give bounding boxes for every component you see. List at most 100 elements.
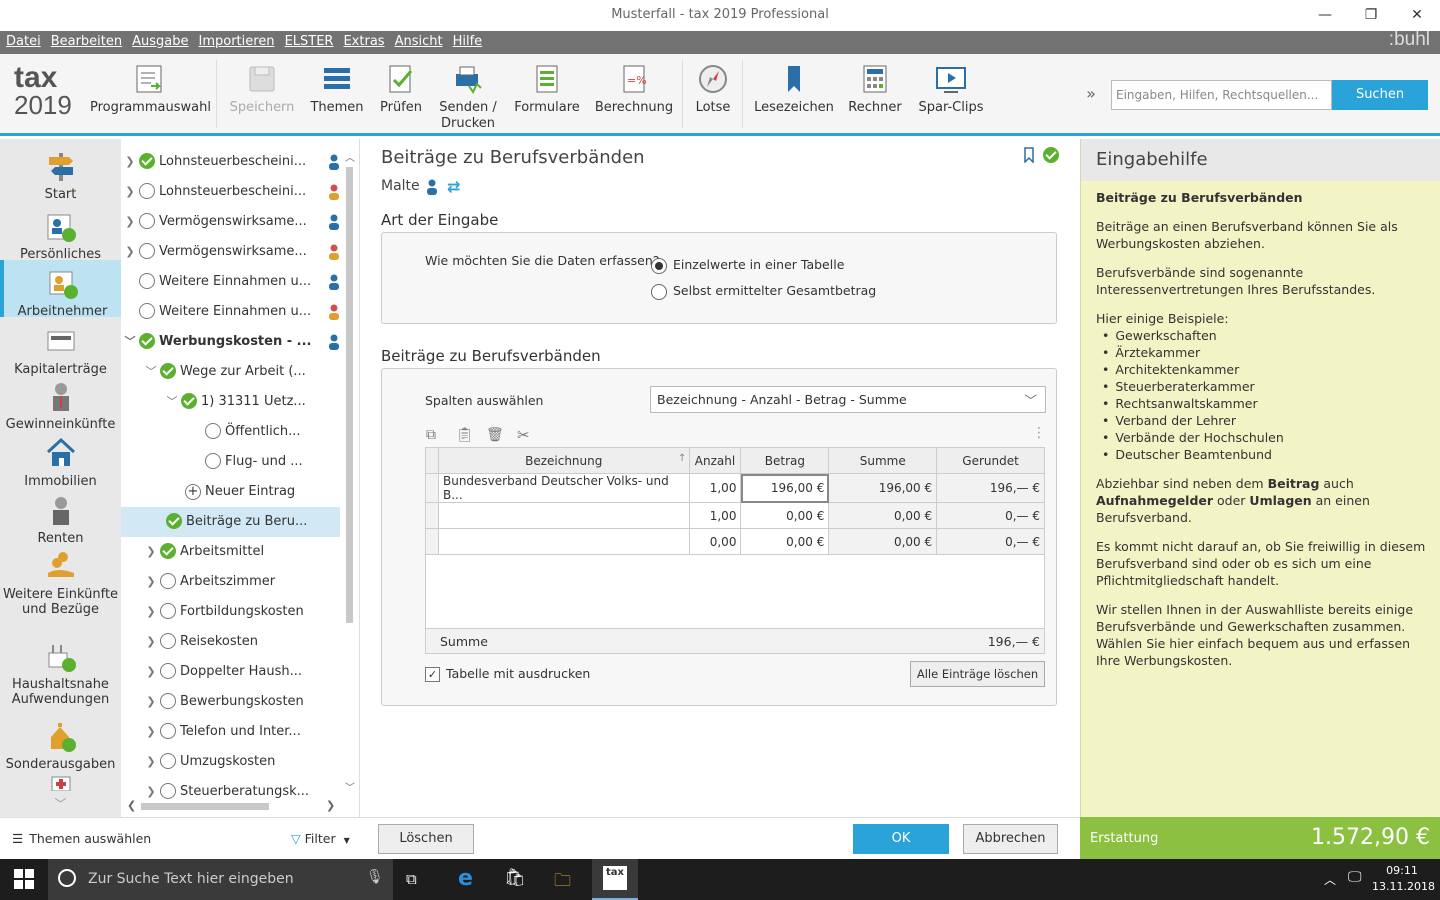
- cut-icon[interactable]: ✂: [517, 426, 530, 444]
- expand-icon[interactable]: ❯: [142, 537, 160, 567]
- sidebar-item-gewinneinkuenfte[interactable]: Gewinneinkünfte: [0, 379, 121, 434]
- sidebar-item-sonderausgaben[interactable]: Sonderausgaben: [0, 719, 121, 774]
- tree-item-werbungskosten[interactable]: ﹀ Werbungskosten - ...: [121, 327, 341, 357]
- formulare-button[interactable]: Formulare: [512, 54, 582, 133]
- abbrechen-button[interactable]: Abbrechen: [963, 824, 1058, 854]
- more-options-icon[interactable]: ⋮: [1032, 425, 1046, 441]
- collapse-icon[interactable]: ﹀: [121, 327, 139, 357]
- sidebar-item-weitere-einkuenfte[interactable]: Weitere Einkünfte und Bezüge: [0, 549, 121, 629]
- expand-icon[interactable]: ❯: [142, 597, 160, 627]
- tree-item[interactable]: ❯ Vermögenswirksame...: [121, 207, 341, 237]
- expand-icon[interactable]: ❯: [121, 147, 139, 177]
- loeschen-button[interactable]: Löschen: [378, 824, 474, 854]
- themen-auswaehlen-button[interactable]: ☰ Themen auswählen: [12, 831, 151, 846]
- programmauswahl-button[interactable]: Programmauswahl: [90, 54, 211, 133]
- sidebar-item-renten[interactable]: Renten: [0, 493, 121, 548]
- sidebar-item-immobilien[interactable]: Immobilien: [0, 436, 121, 491]
- themen-button[interactable]: Themen: [308, 54, 366, 133]
- berechnung-button[interactable]: =% Berechnung: [594, 54, 674, 133]
- expand-icon[interactable]: ❯: [142, 567, 160, 597]
- ok-button[interactable]: OK: [853, 824, 949, 854]
- tree-item[interactable]: ❯ Vermögenswirksame...: [121, 237, 341, 267]
- sidebar-item-kapitalertraege[interactable]: Kapitalerträge: [0, 324, 121, 379]
- collapse-icon[interactable]: ﹀: [163, 387, 181, 417]
- edge-icon[interactable]: e: [458, 866, 473, 891]
- table-row[interactable]: Bundesverband Deutscher Volks- und B... …: [425, 473, 1045, 503]
- menu-importieren[interactable]: Importieren: [193, 31, 279, 53]
- senden-drucken-button[interactable]: Senden / Drucken: [436, 54, 500, 133]
- tree-item[interactable]: Weitere Einnahmen u...: [139, 267, 341, 297]
- menu-extras[interactable]: Extras: [337, 31, 388, 53]
- expand-icon[interactable]: ❯: [121, 237, 139, 267]
- expand-icon[interactable]: ❯: [142, 747, 160, 777]
- menu-bearbeiten[interactable]: Bearbeiten: [45, 31, 126, 53]
- sidebar-item-arbeitnehmer[interactable]: Arbeitnehmer: [0, 260, 121, 319]
- search-button[interactable]: Suchen: [1332, 80, 1428, 110]
- tree-item-selected[interactable]: Beiträge zu Beru...: [121, 507, 340, 537]
- expand-icon[interactable]: ❯: [121, 177, 139, 207]
- expand-icon[interactable]: ❯: [142, 657, 160, 687]
- clock[interactable]: 09:11 13.11.2018: [1372, 863, 1435, 895]
- maximize-button[interactable]: ❐: [1348, 0, 1394, 31]
- col-gerundet[interactable]: Gerundet: [936, 447, 1045, 474]
- col-betrag[interactable]: Betrag: [740, 447, 830, 474]
- menu-ausgabe[interactable]: Ausgabe: [126, 31, 192, 53]
- expand-icon[interactable]: ❯: [142, 627, 160, 657]
- delete-icon[interactable]: 🗑︎: [486, 427, 504, 443]
- explorer-icon[interactable]: 🗀: [554, 868, 571, 897]
- store-icon[interactable]: 🛍︎: [504, 868, 526, 888]
- taskbar-search[interactable]: Zur Suche Text hier eingeben 🎙︎: [48, 859, 393, 900]
- menu-ansicht[interactable]: Ansicht: [389, 31, 447, 53]
- tree-item[interactable]: ❯ Telefon und Inter...: [142, 717, 341, 747]
- expand-icon[interactable]: ❯: [142, 777, 160, 799]
- sidebar-item-start[interactable]: Start: [0, 149, 121, 204]
- tree-item[interactable]: ﹀ Wege zur Arbeit (...: [142, 357, 341, 387]
- scroll-right-icon[interactable]: ❯: [326, 799, 338, 813]
- tree-item[interactable]: Flug- und ...: [205, 447, 341, 477]
- scroll-down-icon[interactable]: ﹀: [345, 779, 355, 794]
- copy-icon[interactable]: ⧉: [426, 427, 436, 443]
- menu-datei[interactable]: Datei: [0, 31, 45, 53]
- table-row[interactable]: 1,00 0,00 € 0,00 € 0,— €: [425, 502, 1045, 529]
- taskbar-tax-app[interactable]: tax: [592, 859, 638, 900]
- minimize-button[interactable]: —: [1302, 0, 1348, 31]
- tree-item[interactable]: Weitere Einnahmen u...: [139, 297, 341, 327]
- col-bezeichnung[interactable]: Bezeichnung: [437, 447, 690, 474]
- collapse-icon[interactable]: ﹀: [142, 357, 160, 387]
- radio-einzelwerte[interactable]: Einzelwerte in einer Tabelle: [651, 257, 844, 274]
- task-view-icon[interactable]: ⧉: [406, 870, 417, 888]
- network-icon[interactable]: 🖵: [1348, 869, 1362, 885]
- tree-item[interactable]: ❯ Arbeitsmittel: [142, 537, 341, 567]
- horizontal-scrollbar-thumb[interactable]: [141, 803, 269, 810]
- ribbon-overflow-button[interactable]: »: [1082, 84, 1100, 104]
- scroll-left-icon[interactable]: ❮: [127, 799, 139, 813]
- pruefen-button[interactable]: Prüfen: [376, 54, 426, 133]
- tree-item[interactable]: ❯ Umzugskosten: [142, 747, 341, 777]
- show-hidden-icons-icon[interactable]: ︿: [1324, 871, 1336, 888]
- scroll-up-icon[interactable]: ︿: [345, 149, 355, 164]
- search-input[interactable]: Eingaben, Hilfen, Rechtsquellen...: [1111, 80, 1332, 110]
- windows-start-icon[interactable]: [14, 869, 34, 889]
- tree-item[interactable]: ❯ Reisekosten: [142, 627, 341, 657]
- rechner-button[interactable]: Rechner: [846, 54, 904, 133]
- tree-item-new-entry[interactable]: + Neuer Eintrag: [185, 477, 341, 507]
- spalten-select[interactable]: Bezeichnung - Anzahl - Betrag - Summe ﹀: [650, 386, 1046, 413]
- lotse-button[interactable]: Lotse: [690, 54, 736, 133]
- sidebar-item-haushaltsnahe[interactable]: Haushaltsnahe Aufwendungen: [0, 639, 121, 714]
- sidebar-scroll-down-icon[interactable]: ﹀: [0, 795, 121, 813]
- expand-icon[interactable]: ❯: [121, 207, 139, 237]
- tree-item[interactable]: ❯ Doppelter Haush...: [142, 657, 341, 687]
- close-button[interactable]: ✕: [1394, 0, 1440, 31]
- expand-icon[interactable]: ❯: [142, 717, 160, 747]
- menu-elster[interactable]: ELSTER: [279, 31, 338, 53]
- speichern-button[interactable]: Speichern: [228, 54, 296, 133]
- lesezeichen-button[interactable]: Lesezeichen: [754, 54, 834, 133]
- tree-item[interactable]: ❯ Steuerberatungsk...: [142, 777, 341, 799]
- switch-person-icon[interactable]: ⇄: [447, 177, 460, 196]
- tree-item[interactable]: ❯ Lohnsteuerbescheini...: [121, 147, 341, 177]
- col-summe[interactable]: Summe: [828, 447, 938, 474]
- tree-item[interactable]: Öffentlich...: [205, 417, 341, 447]
- expand-icon[interactable]: ❯: [142, 687, 160, 717]
- sidebar-item-next[interactable]: [0, 773, 121, 791]
- tree-item[interactable]: ❯ Lohnsteuerbescheini...: [121, 177, 341, 207]
